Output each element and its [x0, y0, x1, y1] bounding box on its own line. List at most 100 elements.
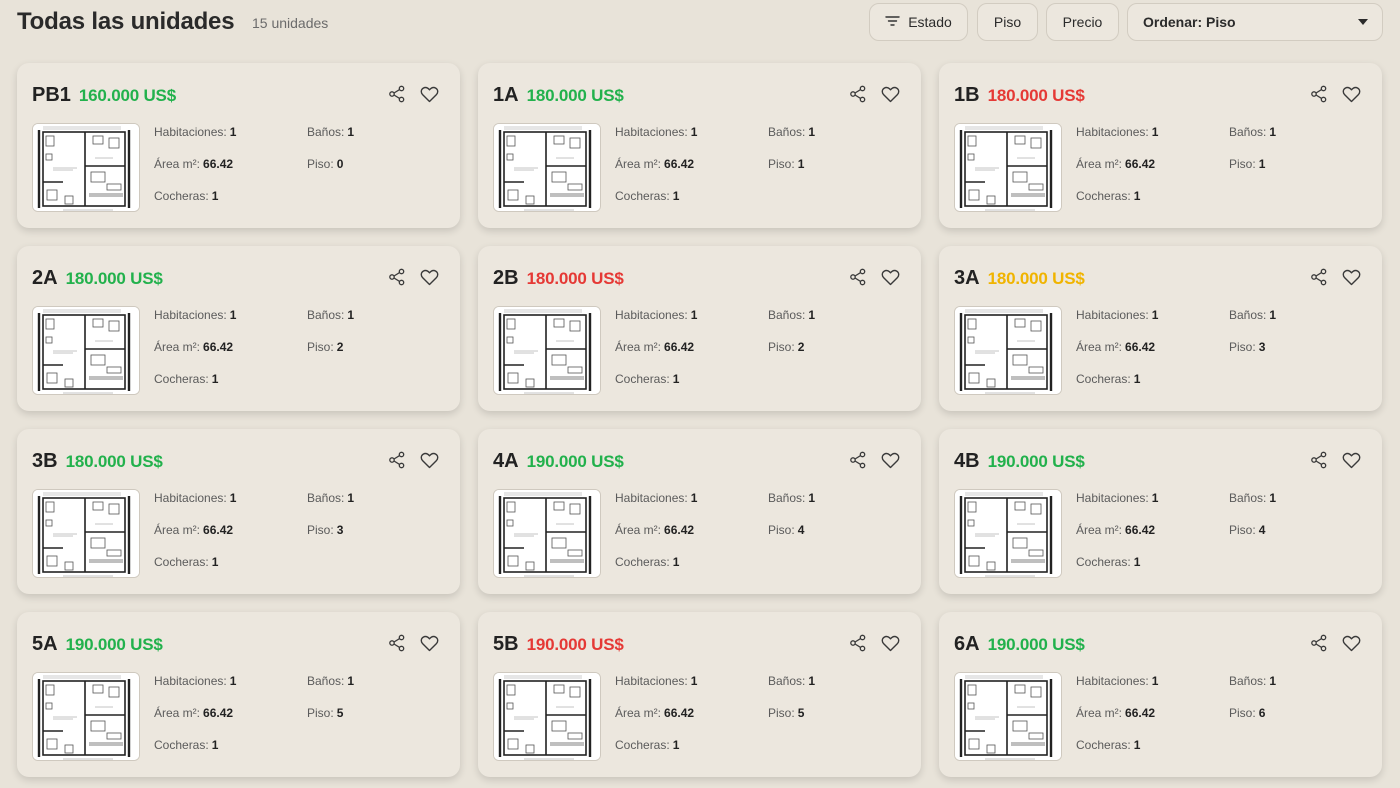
- spec-label: Área m²:: [1076, 340, 1123, 354]
- heart-icon[interactable]: [418, 83, 440, 105]
- heart-icon[interactable]: [1340, 266, 1362, 288]
- spec-label: Baños:: [307, 674, 345, 688]
- unit-card-3b[interactable]: 3B 180.000 US$ Habitaciones: 1 Baños: 1 …: [17, 429, 460, 594]
- spec-value: 1: [672, 189, 680, 203]
- floor-plan-image[interactable]: [493, 306, 601, 395]
- unit-price: 180.000 US$: [65, 452, 163, 471]
- spec-label: Habitaciones:: [1076, 308, 1149, 322]
- spec-value: 1: [672, 372, 680, 386]
- spec-value: 66.42: [1125, 340, 1156, 354]
- share-icon[interactable]: [847, 83, 869, 105]
- spec-label: Habitaciones:: [154, 308, 227, 322]
- spec-piso: Piso: 1: [1229, 157, 1265, 171]
- heart-icon[interactable]: [879, 266, 901, 288]
- heart-icon[interactable]: [879, 632, 901, 654]
- unit-card-3a[interactable]: 3A 180.000 US$ Habitaciones: 1 Baños: 1 …: [939, 246, 1382, 411]
- spec-habitaciones: Habitaciones: 1: [615, 674, 697, 688]
- floor-plan-image[interactable]: [493, 489, 601, 578]
- spec-habitaciones: Habitaciones: 1: [154, 674, 236, 688]
- unit-card-pb1[interactable]: PB1 160.000 US$ Habitaciones: 1 Baños: 1…: [17, 63, 460, 228]
- spec-value: 5: [797, 706, 805, 720]
- spec-label: Piso:: [307, 523, 334, 537]
- unit-card-2b[interactable]: 2B 180.000 US$ Habitaciones: 1 Baños: 1 …: [478, 246, 921, 411]
- precio-filter-label: Precio: [1062, 14, 1103, 30]
- unit-card-6a[interactable]: 6A 190.000 US$ Habitaciones: 1 Baños: 1 …: [939, 612, 1382, 777]
- spec-label: Baños:: [768, 491, 806, 505]
- heart-icon[interactable]: [418, 632, 440, 654]
- share-icon[interactable]: [386, 449, 408, 471]
- share-icon[interactable]: [1308, 632, 1330, 654]
- share-icon[interactable]: [386, 266, 408, 288]
- share-icon[interactable]: [847, 632, 869, 654]
- spec-label: Baños:: [1229, 491, 1267, 505]
- spec-value: 66.42: [664, 340, 695, 354]
- unit-card-4a[interactable]: 4A 190.000 US$ Habitaciones: 1 Baños: 1 …: [478, 429, 921, 594]
- spec-label: Habitaciones:: [615, 674, 688, 688]
- spec-label: Cocheras:: [154, 555, 209, 569]
- precio-filter-button[interactable]: Precio: [1046, 3, 1119, 41]
- floor-plan-image[interactable]: [954, 672, 1062, 761]
- heart-icon[interactable]: [1340, 632, 1362, 654]
- floor-plan-image[interactable]: [32, 672, 140, 761]
- spec-banos: Baños: 1: [768, 125, 815, 139]
- floor-plan-image[interactable]: [954, 123, 1062, 212]
- share-icon[interactable]: [386, 83, 408, 105]
- spec-label: Piso:: [307, 340, 334, 354]
- share-icon[interactable]: [847, 266, 869, 288]
- unit-card-1b[interactable]: 1B 180.000 US$ Habitaciones: 1 Baños: 1 …: [939, 63, 1382, 228]
- units-grid: PB1 160.000 US$ Habitaciones: 1 Baños: 1…: [17, 63, 1382, 777]
- unit-card-5a[interactable]: 5A 190.000 US$ Habitaciones: 1 Baños: 1 …: [17, 612, 460, 777]
- floor-plan-image[interactable]: [32, 306, 140, 395]
- spec-value: 1: [1269, 674, 1277, 688]
- spec-value: 1: [808, 674, 816, 688]
- spec-value: 1: [690, 491, 698, 505]
- unit-card-2a[interactable]: 2A 180.000 US$ Habitaciones: 1 Baños: 1 …: [17, 246, 460, 411]
- floor-plan-image[interactable]: [954, 489, 1062, 578]
- spec-area: Área m²: 66.42: [615, 706, 694, 720]
- share-icon[interactable]: [1308, 83, 1330, 105]
- share-icon[interactable]: [1308, 449, 1330, 471]
- heart-icon[interactable]: [418, 449, 440, 471]
- spec-value: 1: [1269, 308, 1277, 322]
- share-icon[interactable]: [1308, 266, 1330, 288]
- unit-card-4b[interactable]: 4B 190.000 US$ Habitaciones: 1 Baños: 1 …: [939, 429, 1382, 594]
- spec-value: 1: [347, 491, 355, 505]
- spec-area: Área m²: 66.42: [1076, 523, 1155, 537]
- heart-icon[interactable]: [418, 266, 440, 288]
- floor-plan-image[interactable]: [32, 123, 140, 212]
- floor-plan-image[interactable]: [954, 306, 1062, 395]
- spec-cocheras: Cocheras: 1: [615, 555, 679, 569]
- spec-value: 1: [1151, 674, 1159, 688]
- unit-card-5b[interactable]: 5B 190.000 US$ Habitaciones: 1 Baños: 1 …: [478, 612, 921, 777]
- spec-cocheras: Cocheras: 1: [1076, 555, 1140, 569]
- floor-plan-image[interactable]: [493, 123, 601, 212]
- spec-value: 1: [1258, 157, 1266, 171]
- piso-filter-button[interactable]: Piso: [977, 3, 1038, 41]
- sort-select[interactable]: Ordenar: Piso: [1127, 3, 1383, 41]
- spec-label: Piso:: [768, 157, 795, 171]
- heart-icon[interactable]: [1340, 83, 1362, 105]
- spec-cocheras: Cocheras: 1: [615, 372, 679, 386]
- share-icon[interactable]: [847, 449, 869, 471]
- heart-icon[interactable]: [879, 449, 901, 471]
- spec-label: Área m²:: [1076, 523, 1123, 537]
- estado-filter-button[interactable]: Estado: [869, 3, 968, 41]
- share-icon[interactable]: [386, 632, 408, 654]
- spec-label: Área m²:: [615, 340, 662, 354]
- spec-piso: Piso: 3: [307, 523, 343, 537]
- spec-value: 2: [797, 340, 805, 354]
- spec-cocheras: Cocheras: 1: [1076, 738, 1140, 752]
- spec-habitaciones: Habitaciones: 1: [615, 491, 697, 505]
- spec-value: 1: [690, 674, 698, 688]
- floor-plan-image[interactable]: [32, 489, 140, 578]
- spec-label: Baños:: [768, 308, 806, 322]
- spec-value: 1: [1151, 125, 1159, 139]
- spec-banos: Baños: 1: [1229, 491, 1276, 505]
- heart-icon[interactable]: [1340, 449, 1362, 471]
- floor-plan-image[interactable]: [493, 672, 601, 761]
- heart-icon[interactable]: [879, 83, 901, 105]
- unit-card-1a[interactable]: 1A 180.000 US$ Habitaciones: 1 Baños: 1 …: [478, 63, 921, 228]
- spec-banos: Baños: 1: [1229, 308, 1276, 322]
- unit-name: 4B: [954, 450, 980, 472]
- spec-label: Habitaciones:: [615, 308, 688, 322]
